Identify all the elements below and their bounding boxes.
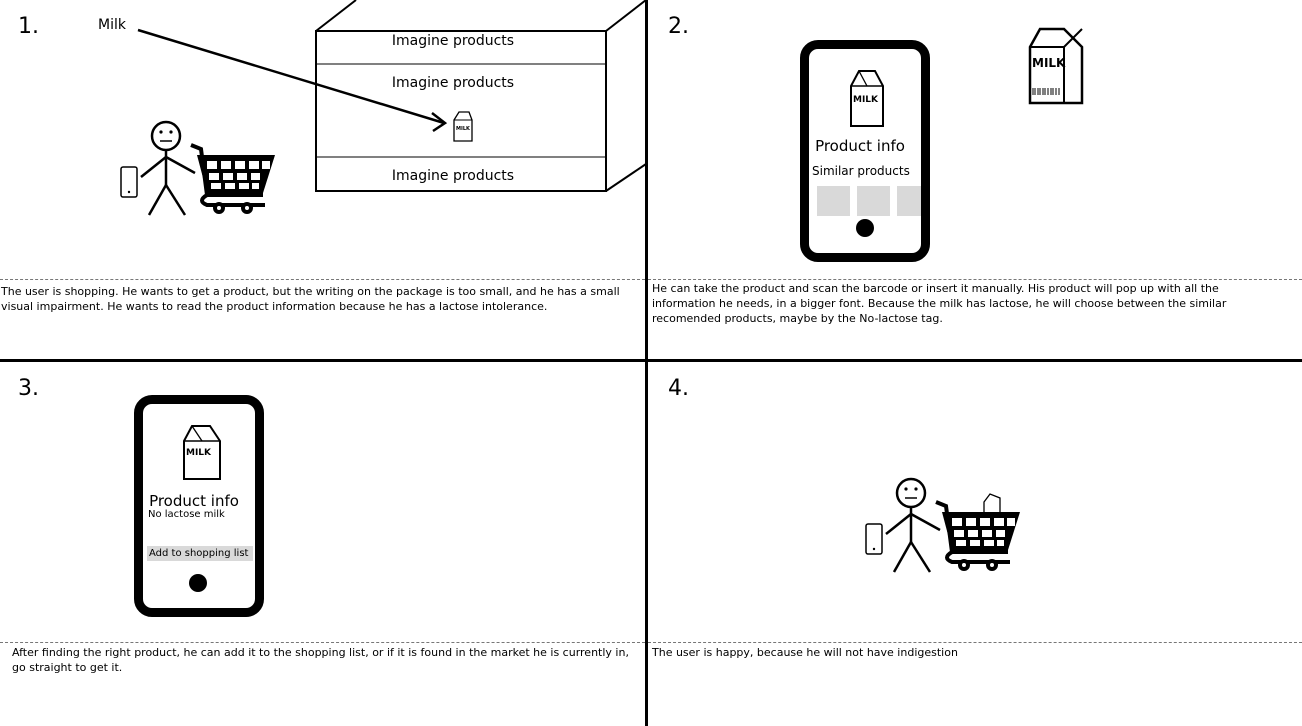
milk-carton-text: MILK	[1032, 56, 1066, 70]
milk-carton-text: MILK	[853, 95, 879, 105]
phone-home-button[interactable]	[189, 574, 207, 592]
panel-number: 1.	[18, 14, 39, 39]
phone-home-button[interactable]	[856, 219, 874, 237]
milk-carton-text: MILK	[186, 448, 212, 458]
panel-number: 2.	[668, 14, 689, 39]
milk-in-cart-icon	[983, 493, 1001, 515]
user-figure-icon	[865, 477, 1020, 573]
milk-arrow-label: Milk	[98, 17, 126, 33]
milk-carton-icon: MILK	[850, 70, 884, 127]
panel-number: 3.	[18, 376, 39, 401]
horizontal-divider	[0, 359, 1302, 362]
similar-product-tile[interactable]	[897, 186, 921, 216]
similar-product-tile[interactable]	[857, 186, 890, 216]
panel-number: 4.	[668, 376, 689, 401]
shopping-cart-icon	[190, 143, 275, 214]
milk-carton-icon: MILK	[453, 111, 473, 142]
shopping-cart-icon	[935, 493, 1020, 571]
phone-subtitle: No lactose milk	[148, 509, 225, 520]
phone-title: Product info	[815, 137, 905, 155]
panel-caption: After finding the right product, he can …	[12, 646, 629, 674]
phone-subtitle: Similar products	[812, 164, 910, 178]
caption-divider	[0, 279, 645, 280]
panel-caption: The user is happy, because he will not h…	[652, 646, 958, 659]
panel-caption: He can take the product and scan the bar…	[652, 282, 1227, 325]
caption-divider	[648, 279, 1302, 280]
similar-product-tile[interactable]	[817, 186, 850, 216]
phone-title: Product info	[149, 492, 239, 510]
milk-carton-text: MILK	[456, 126, 471, 132]
milk-carton-icon: MILK	[183, 425, 221, 480]
panel-caption: The user is shopping. He wants to get a …	[1, 285, 620, 313]
shelf-label-bottom: Imagine products	[391, 168, 515, 184]
milk-carton-large-icon: MILK	[1028, 27, 1084, 105]
caption-divider	[0, 642, 645, 643]
user-figure-icon	[120, 120, 275, 216]
caption-divider	[648, 642, 1302, 643]
add-to-shopping-list-button[interactable]: Add to shopping list	[147, 546, 253, 561]
